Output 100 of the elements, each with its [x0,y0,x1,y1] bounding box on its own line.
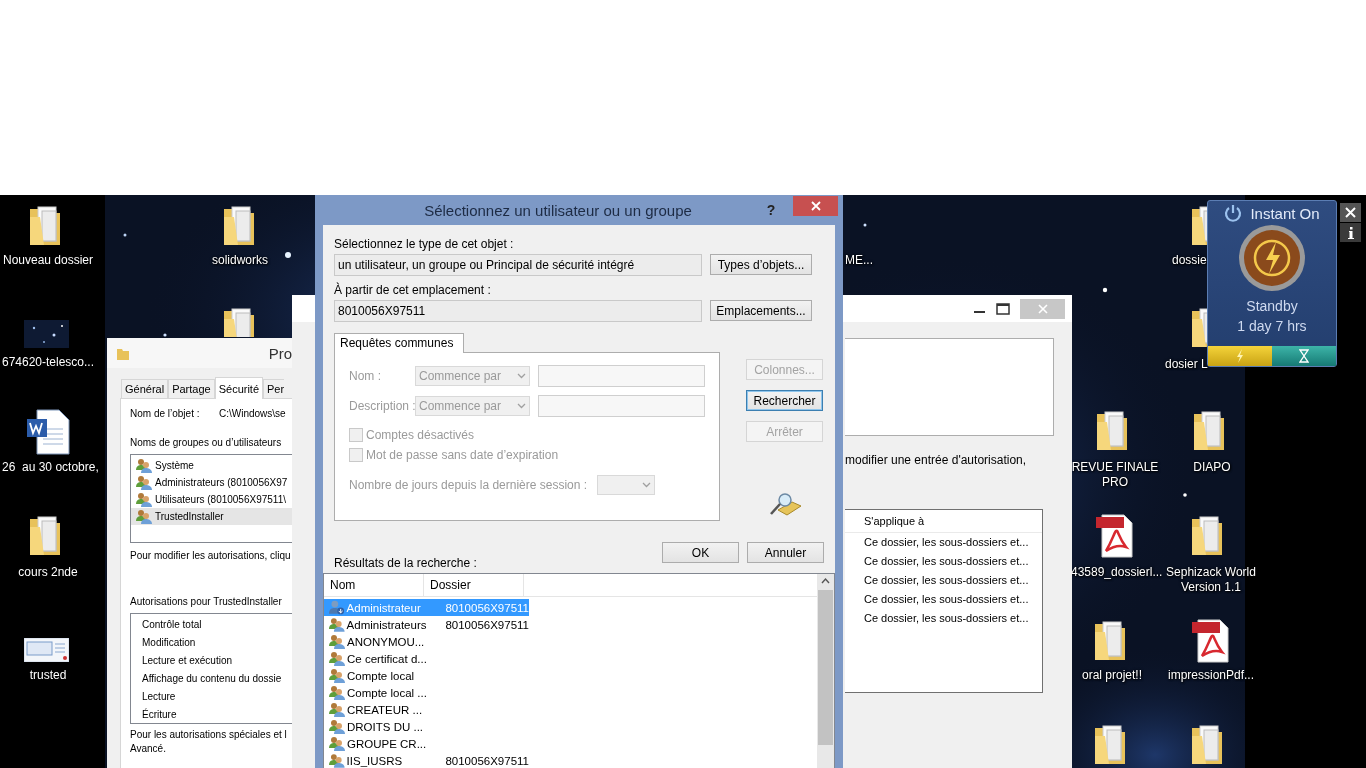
table-cell: 8010056X97511 [445,601,529,614]
power-icon[interactable] [1224,204,1243,222]
column-header[interactable]: Nom [324,574,424,596]
column-header[interactable]: Dossier [424,574,524,596]
checkbox-label: Mot de passe sans date d’expiration [366,448,559,462]
icon-label: 674620-telesco... [0,355,96,370]
groups-label: Noms de groupes ou d’utilisateurs [130,436,283,450]
locations-button[interactable]: Emplacements... [710,300,812,321]
pdf-file-icon[interactable] [1094,513,1134,559]
user-group-icon [329,719,345,734]
folder-icon[interactable] [1192,408,1226,452]
folder-icon[interactable] [1190,722,1224,766]
chevron-down-icon [517,403,526,409]
hint-text: Pour modifier les autorisations, cliqu [130,549,292,563]
info-button[interactable] [1340,223,1361,242]
info-icon [1347,226,1354,239]
result-row[interactable]: GROUPE CR... [324,735,529,752]
folder-icon[interactable] [1093,722,1127,766]
window-title: Sélectionnez un utilisateur ou un groupe [423,201,693,219]
lightning-button-icon[interactable] [1238,224,1306,292]
close-button[interactable] [1340,203,1361,222]
hourglass-icon [1299,349,1309,363]
tab[interactable]: Général [121,379,169,398]
field-label: Sélectionnez le type de cet objet : [334,236,515,252]
user-group-icon [136,458,152,473]
group-item[interactable]: Utilisateurs (8010056X97511\ [131,491,292,508]
widget-title: Instant On [1250,204,1320,222]
hint-text: Pour les autorisations spéciales et l Avancé. [130,728,288,756]
user-group-icon [136,509,152,524]
table-cell-text: GROUPE CR... [347,737,428,750]
cancel-button[interactable]: Annuler [747,542,824,563]
pdf-file-icon[interactable] [1190,618,1230,664]
hint-text: modifier une entrée d'autorisation, [845,453,1028,467]
checkbox-label: Comptes désactivés [366,428,475,442]
icon-label: cours 2nde [17,565,79,580]
table-cell-text: Compte local [347,669,416,682]
table-cell-text: Ce dossier, les sous-dossiers et... [864,592,1029,607]
table-cell: Administrateurs [346,618,428,631]
permission-item: Affichage du contenu du dossie [141,672,283,686]
field-label: Description : [349,399,415,413]
result-row[interactable]: CREATEUR ... [324,701,529,718]
folder-icon[interactable] [28,513,62,557]
scrollbar[interactable] [817,574,834,768]
column-header[interactable]: S'applique à [845,510,1042,533]
permission-item: Contrôle total [141,618,203,632]
icon-label: REVUE FINALE PRO [1070,460,1160,490]
tab[interactable]: Per [263,379,285,398]
user-group-icon [329,668,345,683]
window-title: Pro [268,344,292,362]
table-cell: 8010056X97511 [445,618,529,631]
duration-text: 1 day 7 hrs [1237,317,1307,336]
tab[interactable]: Partage [168,379,215,398]
result-row[interactable]: IIS_IUSRS 8010056X97511 [324,752,529,768]
user-group-icon [329,702,345,717]
result-row[interactable]: ANONYMOU... [324,633,529,650]
table-cell-text: Ce dossier, les sous-dossiers et... [864,535,1029,550]
result-row[interactable]: Compte local [324,667,529,684]
table-cell-text: IIS_IUSRS [346,754,404,767]
result-row[interactable]: DROITS DU ... [324,718,529,735]
location-field[interactable]: 8010056X97511 [334,300,702,322]
icon-label: ME... [845,253,874,268]
group-item[interactable]: Administrateurs (8010056X97 [131,474,292,491]
result-row[interactable]: Compte local ... [324,684,529,701]
icon-label: Nouveau dossier [1,253,95,268]
maximize-icon[interactable] [996,302,1010,315]
permission-item: Modification [141,636,197,650]
chevron-down-icon [517,373,526,379]
folder-icon[interactable] [1190,513,1224,557]
user-group-icon [329,617,345,632]
ok-button[interactable]: OK [662,542,739,563]
tab[interactable]: Sécurité [214,377,264,399]
user-group-icon [329,736,345,751]
user-group-icon [136,475,152,490]
timer-tab[interactable] [1272,346,1336,366]
object-types-button[interactable]: Types d’objets... [710,254,812,275]
folder-icon[interactable] [1093,618,1127,662]
result-row[interactable]: Administrateurs 8010056X97511 [324,616,529,633]
group-item[interactable]: Système [131,457,292,474]
group-item[interactable]: TrustedInstaller [131,508,292,525]
icon-label: oral projet!! [1081,668,1143,683]
lightning-icon [1236,349,1244,363]
document-icon[interactable] [25,409,71,455]
result-row[interactable]: Ce certificat d... [324,650,529,667]
icon-label: Sephizack World Version 1.1 [1165,565,1257,595]
action-button[interactable]: Rechercher [746,390,823,411]
folder-icon[interactable] [222,203,256,247]
object-type-field[interactable]: un utilisateur, un groupe ou Principal de sécurité intégré [334,254,702,276]
help-button[interactable]: ? [761,200,781,220]
permission-item: Lecture [141,690,177,704]
table-cell-text: Compte local ... [347,686,428,699]
folder-icon[interactable] [1095,408,1129,452]
icon-label: impressionPdf... [1166,668,1255,683]
folder-icon[interactable] [222,305,256,337]
close-button[interactable] [793,195,838,216]
user-icon [329,600,345,615]
table-cell-text: Ce certificat d... [347,652,428,665]
object-path: C:\Windows\se [219,407,286,421]
folder-icon[interactable] [28,203,62,247]
user-group-icon [136,492,152,507]
icon-label: dossie [1172,253,1206,268]
